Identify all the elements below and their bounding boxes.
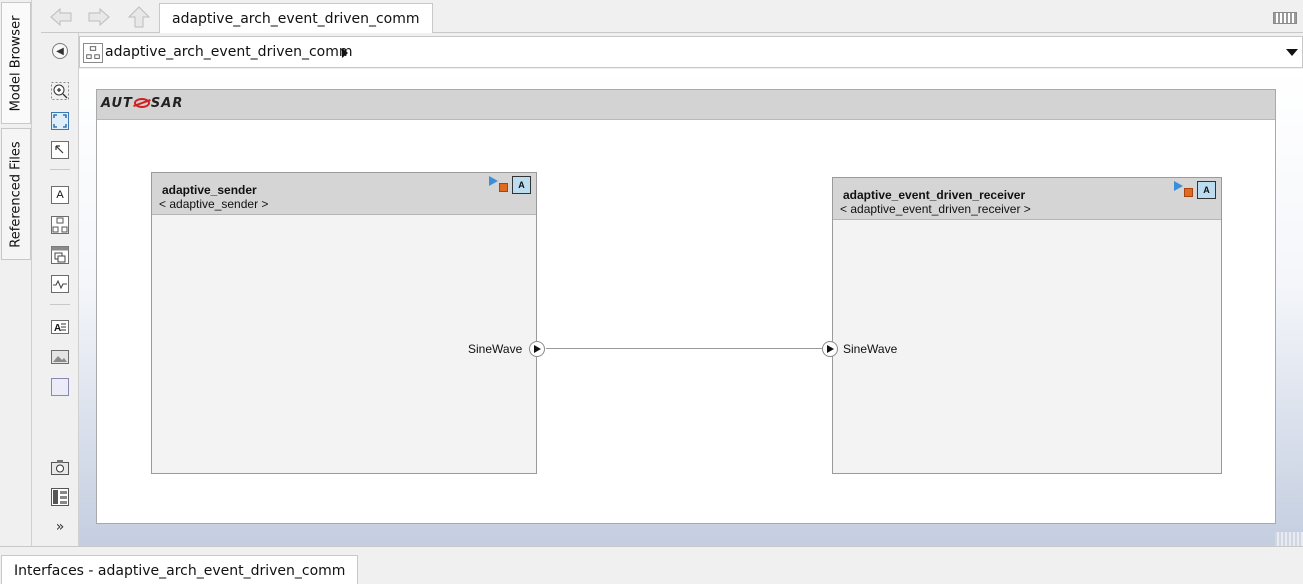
reference-component-icon[interactable] xyxy=(50,245,70,265)
keyboard-icon[interactable] xyxy=(1273,12,1297,24)
top-toolbar: adaptive_arch_event_driven_comm xyxy=(41,0,1303,33)
palette-separator xyxy=(50,169,70,170)
zoom-in-icon[interactable] xyxy=(50,81,70,101)
screenshot-icon[interactable] xyxy=(50,457,70,477)
area-image-icon[interactable] xyxy=(50,347,70,367)
svg-text:A: A xyxy=(54,323,61,334)
tab-interfaces[interactable]: Interfaces - adaptive_arch_event_driven_… xyxy=(1,555,359,584)
area-icon[interactable] xyxy=(50,377,70,397)
component-header: adaptive_sender < adaptive_sender > A xyxy=(152,173,536,215)
port-sinewave-in[interactable] xyxy=(822,341,838,357)
tab-model-browser[interactable]: Model Browser xyxy=(1,2,31,124)
palette-separator xyxy=(50,304,70,305)
forward-arrow-icon[interactable] xyxy=(87,7,111,27)
port-triangle-icon xyxy=(489,176,498,186)
component-adaptive-sender[interactable]: adaptive_sender < adaptive_sender > A xyxy=(151,172,537,474)
chevron-down-icon[interactable] xyxy=(1286,49,1298,56)
port-label-sinewave-out: SineWave xyxy=(468,342,523,356)
port-label-sinewave-in: SineWave xyxy=(843,342,898,356)
fit-to-view-icon[interactable] xyxy=(50,111,70,131)
breadcrumb[interactable]: adaptive_arch_event_driven_comm xyxy=(105,37,353,68)
autosar-badge-icon: A xyxy=(512,176,531,194)
tab-model-browser-label: Model Browser xyxy=(8,15,24,111)
port-sinewave-out[interactable] xyxy=(529,341,545,357)
port-triangle-icon xyxy=(1174,181,1183,191)
property-inspector-icon[interactable] xyxy=(50,487,70,507)
tab-active-model[interactable]: adaptive_arch_event_driven_comm xyxy=(159,3,433,33)
resize-grip[interactable] xyxy=(1275,532,1303,546)
up-arrow-icon[interactable] xyxy=(127,5,151,29)
connector-line[interactable] xyxy=(546,348,822,349)
adapter-icon[interactable] xyxy=(50,274,70,294)
model-icon xyxy=(83,43,103,63)
component-adaptive-event-driven-receiver[interactable]: adaptive_event_driven_receiver < adaptiv… xyxy=(832,177,1222,474)
component-type: < adaptive_event_driven_receiver > xyxy=(840,202,1031,216)
side-tab-strip: Model Browser Referenced Files xyxy=(0,0,32,546)
image-annotation-icon[interactable]: A xyxy=(50,317,70,337)
address-bar[interactable]: ◀ adaptive_arch_event_driven_comm xyxy=(52,36,1303,68)
component-badges: A xyxy=(489,176,533,196)
component-name: adaptive_event_driven_receiver xyxy=(843,188,1026,202)
architecture-header: AUT SAR xyxy=(97,90,1275,120)
component-icon[interactable] xyxy=(50,215,70,235)
expand-chevron-icon[interactable]: » xyxy=(50,517,70,537)
component-type: < adaptive_sender > xyxy=(159,197,269,211)
tab-referenced-files-label: Referenced Files xyxy=(8,140,24,248)
autosar-logo: AUT SAR xyxy=(101,96,184,111)
annotation-icon[interactable]: A xyxy=(50,185,70,205)
navigate-up-icon[interactable]: ◀ xyxy=(52,43,68,59)
component-name: adaptive_sender xyxy=(162,183,257,197)
component-header: adaptive_event_driven_receiver < adaptiv… xyxy=(833,178,1221,220)
component-badges: A xyxy=(1174,181,1218,201)
bottom-panel: Interfaces - adaptive_arch_event_driven_… xyxy=(0,546,1303,584)
tool-palette: A A » xyxy=(41,33,79,546)
back-arrow-icon[interactable] xyxy=(49,7,73,27)
implementation-icon xyxy=(1184,188,1193,197)
autosar-badge-icon: A xyxy=(1197,181,1216,199)
tab-referenced-files[interactable]: Referenced Files xyxy=(1,128,31,260)
zoom-normal-icon[interactable] xyxy=(50,140,70,160)
implementation-icon xyxy=(499,183,508,192)
breadcrumb-arrow-icon[interactable] xyxy=(342,48,348,58)
